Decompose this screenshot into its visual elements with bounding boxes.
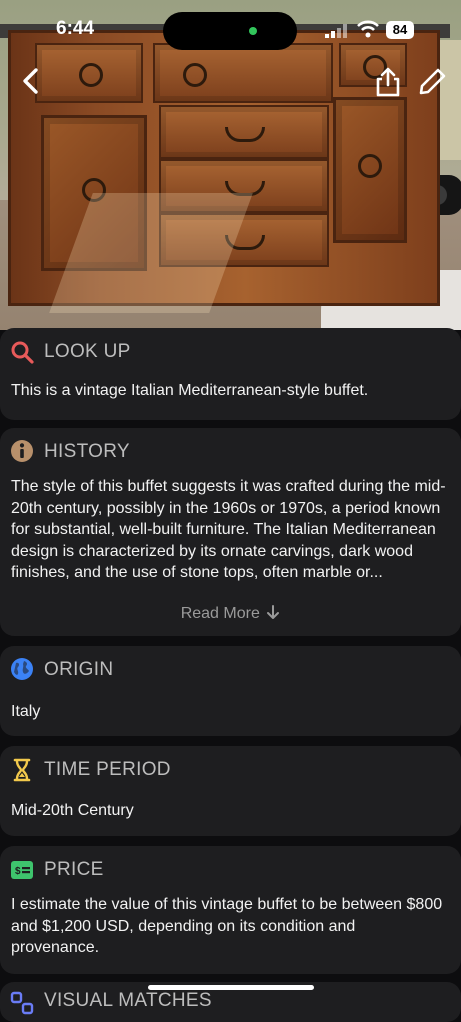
- image-match-icon: [10, 991, 34, 1015]
- status-bar: 6:44 84: [0, 0, 461, 60]
- dynamic-island: [163, 12, 297, 50]
- info-icon: [11, 440, 33, 462]
- home-indicator[interactable]: [148, 985, 314, 990]
- lookup-text: This is a vintage Italian Mediterranean-…: [11, 382, 369, 399]
- read-more-label: Read More: [180, 605, 260, 622]
- status-time: 6:44: [56, 18, 95, 39]
- svg-text:$: $: [15, 866, 21, 877]
- back-chevron-icon[interactable]: [16, 64, 46, 98]
- origin-text: Italy: [11, 703, 41, 720]
- battery-indicator: 84: [386, 21, 414, 39]
- origin-card: ORIGIN Italy: [0, 646, 461, 736]
- visual-matches-title: VISUAL MATCHES: [44, 990, 212, 1011]
- hourglass-icon: [13, 758, 31, 782]
- pencil-icon[interactable]: [418, 66, 448, 96]
- history-title: HISTORY: [44, 441, 130, 462]
- time-period-text: Mid-20th Century: [11, 802, 134, 819]
- price-title: PRICE: [44, 859, 104, 880]
- search-icon: [11, 341, 34, 364]
- price-text: I estimate the value of this vintage buf…: [11, 896, 443, 956]
- money-icon: $: [11, 861, 33, 879]
- item-photo: 6:44 84: [0, 0, 461, 330]
- price-card: $ PRICE I estimate the value of this vin…: [0, 846, 461, 974]
- time-period-card: TIME PERIOD Mid-20th Century: [0, 746, 461, 836]
- arrow-down-icon: [267, 605, 280, 619]
- origin-title: ORIGIN: [44, 659, 114, 680]
- share-icon[interactable]: [374, 66, 402, 98]
- signal-icon: [325, 24, 347, 38]
- lookup-title: LOOK UP: [44, 341, 131, 362]
- globe-icon: [11, 658, 33, 680]
- wifi-icon: [357, 20, 379, 38]
- history-text: The style of this buffet suggests it was…: [11, 478, 446, 581]
- read-more-link[interactable]: Read More: [0, 605, 461, 623]
- time-period-title: TIME PERIOD: [44, 759, 171, 780]
- lookup-card: LOOK UP This is a vintage Italian Medite…: [0, 328, 461, 420]
- history-card: HISTORY The style of this buffet suggest…: [0, 428, 461, 636]
